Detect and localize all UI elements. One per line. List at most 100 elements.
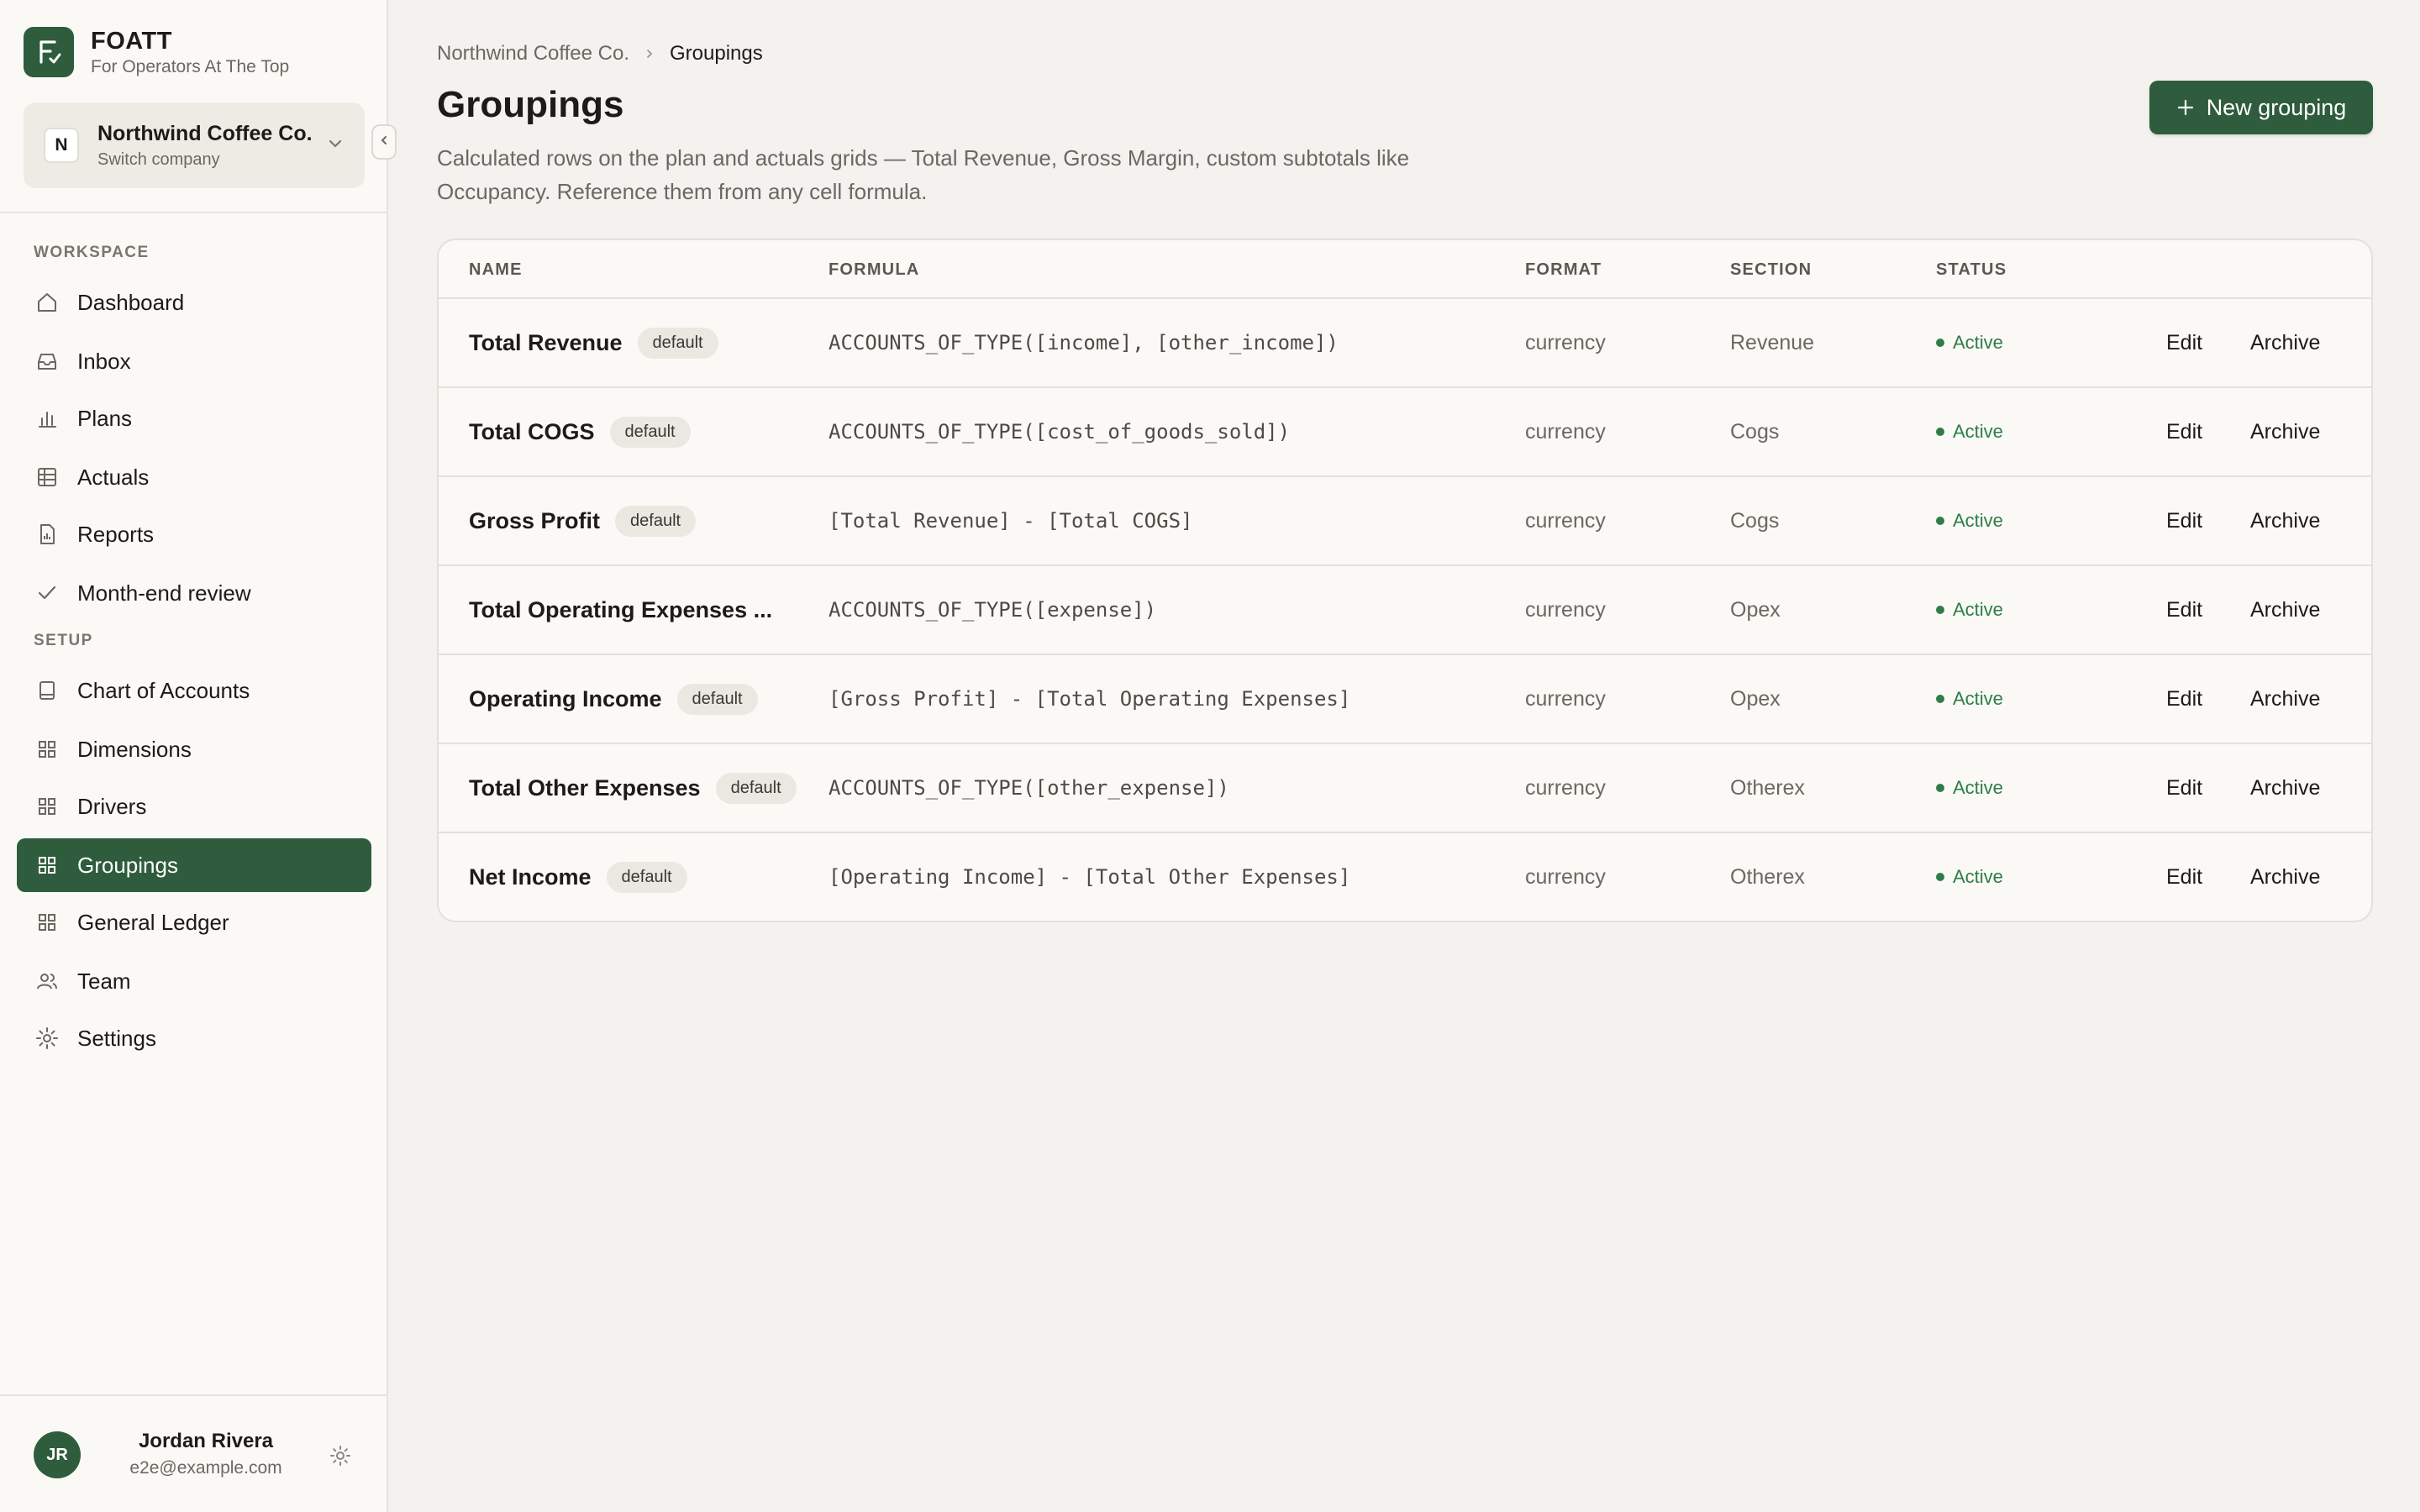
table-row[interactable]: Net Income default [Operating Income] - …: [439, 833, 2371, 921]
default-badge: default: [715, 772, 797, 804]
new-grouping-button[interactable]: New grouping: [2149, 81, 2373, 134]
status-badge: Active: [1936, 477, 2003, 564]
section-label-workspace: WORKSPACE: [34, 244, 150, 261]
user-email: e2e@example.com: [129, 1458, 282, 1478]
section-cell: Cogs: [1730, 419, 1780, 444]
grouping-name: Operating Income: [469, 685, 662, 711]
table-row[interactable]: Gross Profit default [Total Revenue] - […: [439, 477, 2371, 566]
edit-button[interactable]: Edit: [2166, 744, 2202, 832]
home-icon: [34, 289, 60, 316]
column-header-format[interactable]: FORMAT: [1525, 260, 1602, 280]
table-row[interactable]: Total Revenue default ACCOUNTS_OF_TYPE([…: [439, 299, 2371, 388]
sidebar-item-groupings[interactable]: Groupings: [17, 838, 371, 892]
table-row[interactable]: Total COGS default ACCOUNTS_OF_TYPE([cos…: [439, 388, 2371, 477]
edit-button[interactable]: Edit: [2166, 566, 2202, 654]
status-label: Active: [1953, 332, 2003, 353]
status-label: Active: [1953, 510, 2003, 531]
section-cell: Opex: [1730, 597, 1781, 622]
table-icon: [34, 464, 60, 491]
sidebar-item-settings[interactable]: Settings: [17, 1011, 371, 1065]
company-name: Northwind Coffee Co.: [97, 122, 313, 145]
sidebar-item-dimensions[interactable]: Dimensions: [17, 722, 371, 776]
sidebar-item-actuals[interactable]: Actuals: [17, 450, 371, 504]
status-label: Active: [1953, 599, 2003, 620]
table-header: NAME FORMULA FORMAT SECTION STATUS: [439, 240, 2371, 299]
sidebar-item-label: Inbox: [77, 348, 131, 374]
section-cell: Otherex: [1730, 864, 1805, 889]
table-row[interactable]: Total Operating Expenses ... ACCOUNTS_OF…: [439, 566, 2371, 655]
archive-button[interactable]: Archive: [2250, 833, 2320, 921]
column-header-section[interactable]: SECTION: [1730, 260, 1812, 280]
edit-button[interactable]: Edit: [2166, 655, 2202, 743]
sidebar-item-team[interactable]: Team: [17, 954, 371, 1008]
grid-icon: [34, 736, 60, 763]
gear-icon: [34, 1025, 60, 1052]
status-label: Active: [1953, 866, 2003, 887]
format-cell: currency: [1525, 419, 1606, 444]
archive-button[interactable]: Archive: [2250, 388, 2320, 475]
status-label: Active: [1953, 421, 2003, 442]
brand[interactable]: FOATT For Operators At The Top: [24, 25, 289, 79]
archive-button[interactable]: Archive: [2250, 744, 2320, 832]
sidebar-item-reports[interactable]: Reports: [17, 507, 371, 561]
column-header-name[interactable]: NAME: [469, 260, 523, 280]
grouping-name-cell: Total Other Expenses default: [469, 744, 797, 832]
sidebar-item-chart-of-accounts[interactable]: Chart of Accounts: [17, 664, 371, 717]
grid-icon: [34, 793, 60, 820]
archive-button[interactable]: Archive: [2250, 566, 2320, 654]
sidebar-item-plans[interactable]: Plans: [17, 391, 371, 445]
sidebar-item-month-end-review[interactable]: Month-end review: [17, 566, 371, 620]
archive-button[interactable]: Archive: [2250, 477, 2320, 564]
section-cell: Cogs: [1730, 508, 1780, 533]
section-label-setup: SETUP: [34, 632, 93, 649]
sidebar-item-dashboard[interactable]: Dashboard: [17, 276, 371, 329]
company-switcher[interactable]: N Northwind Coffee Co. Switch company: [24, 102, 365, 188]
brand-tagline: For Operators At The Top: [91, 57, 290, 76]
formula-cell: ACCOUNTS_OF_TYPE([cost_of_goods_sold]): [829, 420, 1291, 444]
sidebar-item-label: Month-end review: [77, 580, 251, 606]
breadcrumb: Northwind Coffee Co. Groupings: [437, 42, 763, 66]
edit-button[interactable]: Edit: [2166, 299, 2202, 386]
edit-button[interactable]: Edit: [2166, 388, 2202, 475]
table-row[interactable]: Operating Income default [Gross Profit] …: [439, 655, 2371, 744]
archive-button[interactable]: Archive: [2250, 299, 2320, 386]
sidebar-item-label: Settings: [77, 1025, 156, 1051]
page-description: Calculated rows on the plan and actuals …: [437, 145, 1410, 204]
section-cell: Opex: [1730, 686, 1781, 711]
breadcrumb-parent-link[interactable]: Northwind Coffee Co.: [437, 42, 629, 66]
status-dot-icon: [1936, 339, 1944, 347]
user-profile[interactable]: JR Jordan Rivera e2e@example.com: [0, 1394, 387, 1512]
section-cell: Otherex: [1730, 775, 1805, 800]
bar-chart-icon: [34, 405, 60, 432]
status-dot-icon: [1936, 784, 1944, 792]
default-badge: default: [637, 327, 718, 359]
sidebar-item-drivers[interactable]: Drivers: [17, 780, 371, 833]
sidebar-item-general-ledger[interactable]: General Ledger: [17, 895, 371, 949]
grouping-name: Total Operating Expenses ...: [469, 596, 773, 622]
grouping-name: Gross Profit: [469, 507, 601, 533]
edit-button[interactable]: Edit: [2166, 833, 2202, 921]
column-header-status[interactable]: STATUS: [1936, 260, 2007, 280]
default-badge: default: [615, 505, 697, 537]
status-label: Active: [1953, 777, 2003, 798]
column-header-formula[interactable]: FORMULA: [829, 260, 919, 280]
format-cell: currency: [1525, 330, 1606, 354]
sidebar-item-inbox[interactable]: Inbox: [17, 334, 371, 388]
sidebar-item-label: Actuals: [77, 464, 150, 490]
archive-button[interactable]: Archive: [2250, 655, 2320, 743]
table-row[interactable]: Total Other Expenses default ACCOUNTS_OF…: [439, 744, 2371, 833]
sidebar-item-label: General Ledger: [77, 909, 229, 935]
gear-icon[interactable]: [328, 1443, 353, 1473]
status-dot-icon: [1936, 695, 1944, 703]
grouping-name: Total Other Expenses: [469, 774, 701, 801]
sidebar-item-label: Chart of Accounts: [77, 677, 250, 703]
grid-icon: [34, 852, 60, 879]
report-icon: [34, 521, 60, 548]
grouping-name-cell: Gross Profit default: [469, 477, 697, 564]
format-cell: currency: [1525, 775, 1606, 800]
status-badge: Active: [1936, 388, 2003, 475]
edit-button[interactable]: Edit: [2166, 477, 2202, 564]
default-badge: default: [676, 683, 758, 715]
main-content: Northwind Coffee Co. Groupings Groupings…: [390, 0, 2420, 1512]
formula-cell: ACCOUNTS_OF_TYPE([income], [other_income…: [829, 331, 1339, 354]
